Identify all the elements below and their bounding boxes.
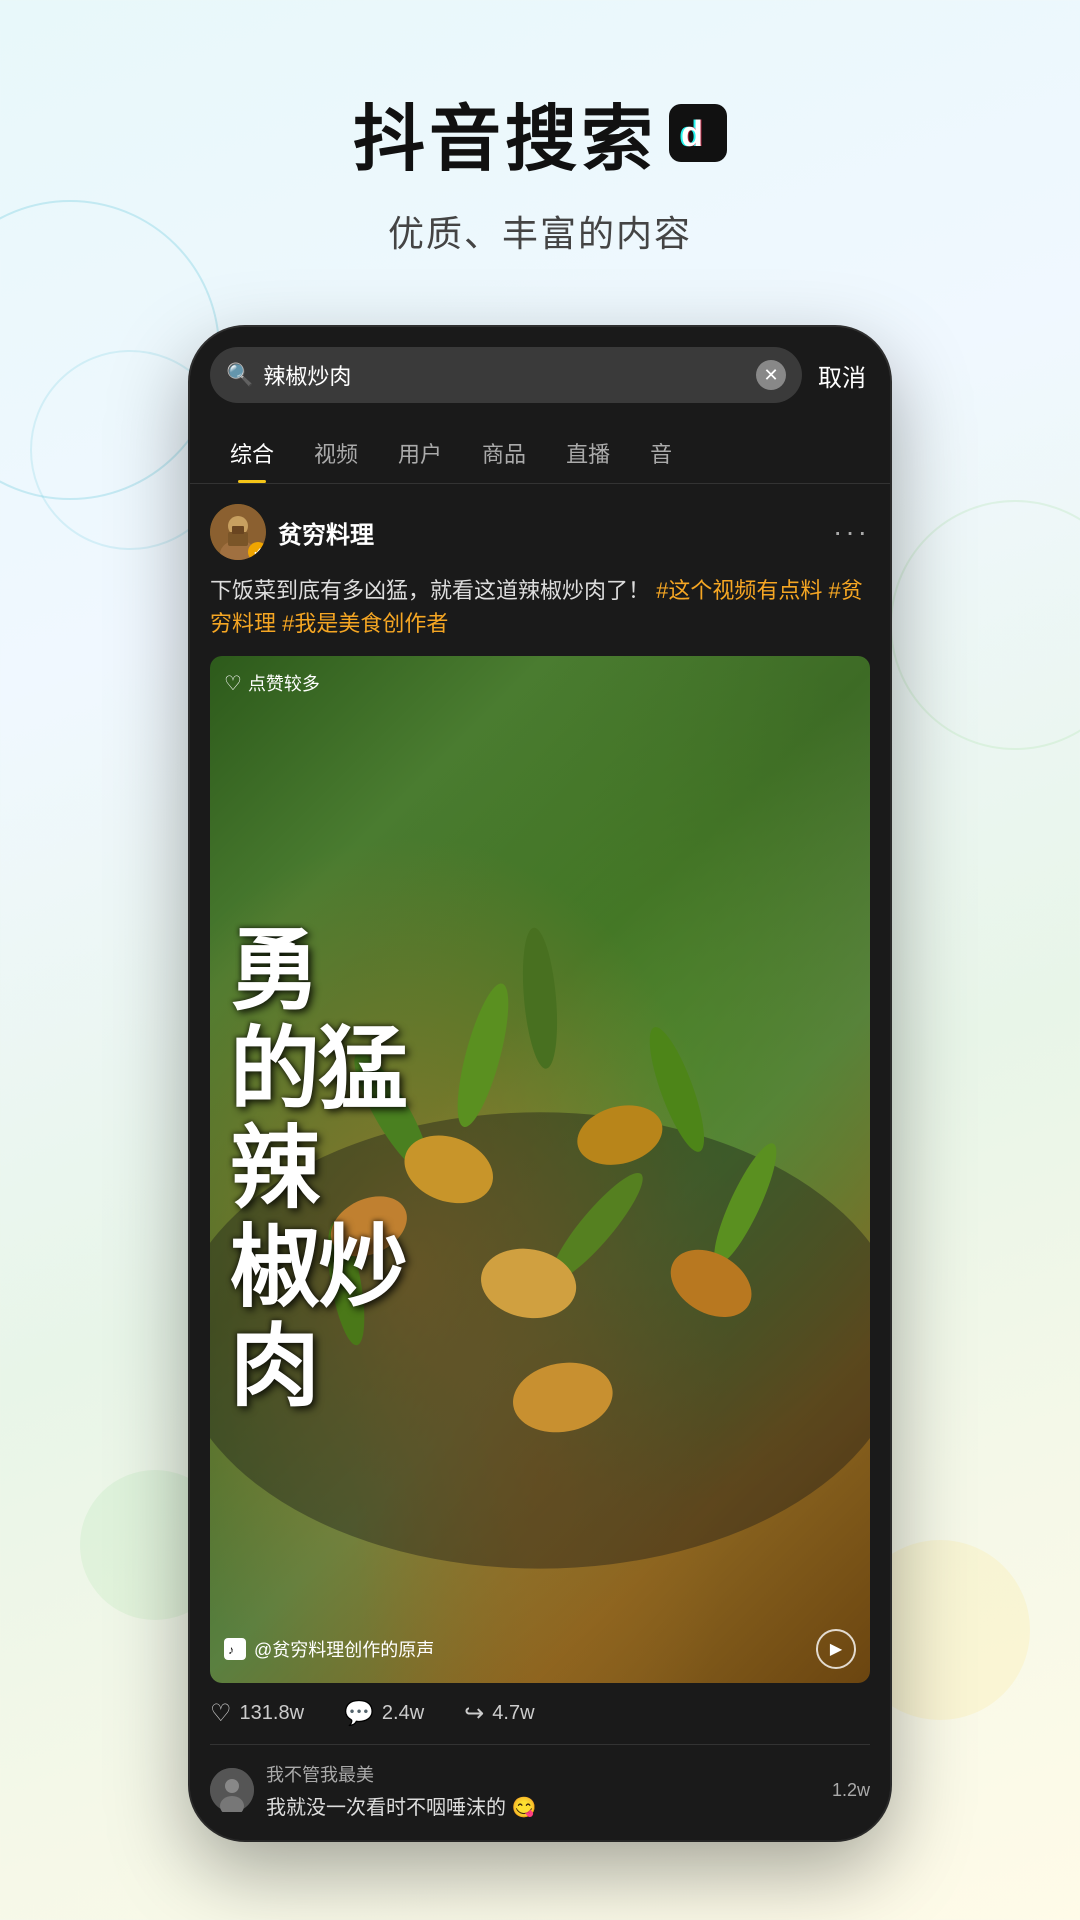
search-bar[interactable]: 🔍 辣椒炒肉 ✕	[210, 347, 802, 403]
svg-text:♪: ♪	[228, 1643, 234, 1657]
comment-preview: 我不管我最美 我就没一次看时不咽唾沫的 😋 1.2w	[210, 1745, 870, 1820]
tab-audio[interactable]: 音	[630, 429, 692, 483]
comment-count: 1.2w	[832, 1780, 870, 1801]
cancel-search-button[interactable]: 取消	[814, 350, 870, 401]
avatar[interactable]: ✓	[210, 504, 266, 560]
tiktok-small-icon: ♪	[224, 1638, 246, 1660]
audio-bar: ♪ @贫穷料理创作的原声 ▶	[224, 1629, 856, 1669]
svg-text:d: d	[681, 113, 707, 154]
audio-info: ♪ @贫穷料理创作的原声	[224, 1636, 434, 1662]
shares-stat[interactable]: ↪ 4.7w	[464, 1699, 534, 1728]
clear-search-button[interactable]: ✕	[756, 360, 786, 390]
more-options-button[interactable]: ···	[833, 516, 870, 548]
video-text-overlay: 勇的猛辣椒炒肉	[210, 656, 870, 1683]
share-icon: ↪	[464, 1699, 484, 1728]
comment-texts: 我不管我最美 我就没一次看时不咽唾沫的 😋	[266, 1761, 820, 1820]
search-query-text: 辣椒炒肉	[263, 359, 746, 391]
likes-count: 131.8w	[240, 1702, 305, 1725]
phone-container: 🔍 辣椒炒肉 ✕ 取消 综合 视频 用户 商品 直播	[0, 327, 1080, 1840]
video-background: ♡ 点赞较多 勇的猛辣椒炒肉	[210, 656, 870, 1683]
comment-avatar	[210, 1768, 254, 1812]
comments-icon: 💬	[344, 1699, 374, 1728]
tab-video[interactable]: 视频	[294, 429, 378, 483]
comments-stat[interactable]: 💬 2.4w	[344, 1699, 424, 1728]
post-header: ✓ 贫穷料理 ···	[210, 504, 870, 560]
tab-live[interactable]: 直播	[546, 429, 630, 483]
title-text: 抖音搜索	[353, 80, 657, 185]
comment-username: 我不管我最美	[266, 1761, 820, 1787]
tab-bar: 综合 视频 用户 商品 直播 音	[190, 413, 890, 484]
video-big-text: 勇的猛辣椒炒肉	[230, 922, 406, 1417]
username[interactable]: 贫穷料理	[278, 515, 374, 550]
likes-stat[interactable]: ♡ 131.8w	[210, 1699, 304, 1728]
tiktok-logo-icon: d d d	[669, 104, 727, 162]
video-container[interactable]: ♡ 点赞较多 勇的猛辣椒炒肉	[210, 656, 870, 1683]
search-area: 🔍 辣椒炒肉 ✕ 取消	[190, 327, 890, 403]
verified-badge: ✓	[248, 542, 266, 560]
header-section: 抖音搜索 d d d 优质、丰富的内容	[0, 0, 1080, 297]
tab-comprehensive[interactable]: 综合	[210, 429, 294, 483]
search-bar-row: 🔍 辣椒炒肉 ✕ 取消	[210, 347, 870, 403]
post-card: ✓ 贫穷料理 ··· 下饭菜到底有多凶猛，就看这道辣椒炒肉了！ #这个视频有点料…	[210, 504, 870, 1820]
comment-text: 我就没一次看时不咽唾沫的 😋	[266, 1791, 820, 1820]
comments-count: 2.4w	[382, 1702, 424, 1725]
play-button[interactable]: ▶	[816, 1629, 856, 1669]
likes-icon: ♡	[210, 1699, 232, 1728]
stats-row: ♡ 131.8w 💬 2.4w ↪ 4.7w	[210, 1699, 870, 1745]
audio-text: @贫穷料理创作的原声	[254, 1636, 434, 1662]
phone-mockup: 🔍 辣椒炒肉 ✕ 取消 综合 视频 用户 商品 直播	[190, 327, 890, 1840]
app-title: 抖音搜索 d d d	[40, 80, 1040, 185]
tab-user[interactable]: 用户	[378, 429, 462, 483]
description-text: 下饭菜到底有多凶猛，就看这道辣椒炒肉了！	[210, 578, 650, 603]
search-icon: 🔍	[226, 362, 253, 388]
post-description: 下饭菜到底有多凶猛，就看这道辣椒炒肉了！ #这个视频有点料 #贫穷料理 #我是美…	[210, 574, 870, 640]
subtitle-text: 优质、丰富的内容	[40, 205, 1040, 257]
tab-product[interactable]: 商品	[462, 429, 546, 483]
shares-count: 4.7w	[492, 1702, 534, 1725]
user-info: ✓ 贫穷料理	[210, 504, 374, 560]
content-area: ✓ 贫穷料理 ··· 下饭菜到底有多凶猛，就看这道辣椒炒肉了！ #这个视频有点料…	[190, 484, 890, 1840]
